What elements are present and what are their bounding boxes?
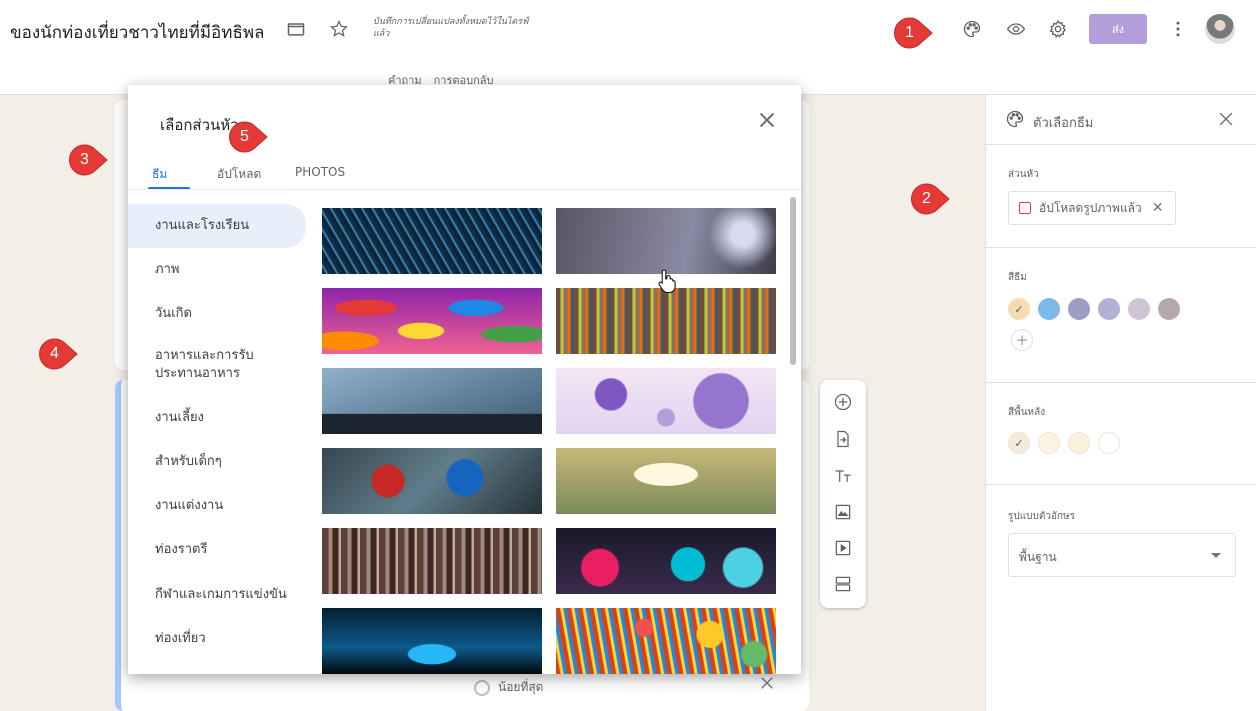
category-item[interactable]: สำหรับเด็กๆ: [128, 453, 306, 471]
uploaded-image-label: อัปโหลดรูปภาพแล้ว: [1039, 200, 1142, 215]
palette-icon[interactable]: [960, 17, 984, 41]
theme-color-swatch[interactable]: [1128, 298, 1150, 320]
category-item[interactable]: งานและโรงเรียน: [128, 204, 306, 248]
top-bar: ของนักท่องเที่ยวชาวไทยที่มีอิทธิพล บันทึ…: [0, 0, 1256, 95]
bg-color-swatch[interactable]: [1038, 432, 1060, 454]
import-questions-icon[interactable]: [833, 429, 853, 449]
bg-color-swatch[interactable]: [1068, 432, 1090, 454]
uploaded-image-chip[interactable]: อัปโหลดรูปภาพแล้ว ✕: [1008, 191, 1176, 225]
option-least[interactable]: น้อยที่สุด: [474, 678, 543, 697]
theme-color-swatch[interactable]: [1158, 298, 1180, 320]
thumb-paint-hands[interactable]: [322, 448, 542, 514]
font-style-select[interactable]: พื้นฐาน: [1008, 533, 1236, 577]
thumb-microscope[interactable]: [322, 608, 542, 674]
tabs-divider: [128, 189, 801, 190]
tab-photos[interactable]: PHOTOS: [295, 165, 345, 179]
category-item[interactable]: อาหารและการรับประทานอาหาร: [128, 347, 298, 383]
form-side-toolbar: [820, 380, 866, 608]
thumb-candies[interactable]: [322, 288, 542, 354]
thumb-book-heart[interactable]: [556, 448, 776, 514]
remove-image-icon[interactable]: ✕: [1152, 200, 1164, 216]
category-item[interactable]: งานแต่งงาน: [128, 497, 306, 515]
bg-color-swatch[interactable]: [1098, 432, 1120, 454]
thumb-fiber-optic[interactable]: [322, 208, 542, 274]
category-item[interactable]: วันเกิด: [128, 305, 306, 323]
category-item[interactable]: งานเลี้ยง: [128, 409, 306, 427]
thumb-molecules[interactable]: [556, 368, 776, 434]
category-item[interactable]: ภาพ: [128, 261, 306, 279]
dropdown-caret-icon: [1211, 553, 1221, 558]
font-style-value: พื้นฐาน: [1019, 550, 1057, 564]
more-vert-icon[interactable]: [1166, 17, 1190, 41]
dialog-scrollbar[interactable]: [790, 197, 796, 365]
font-style-label: รูปแบบตัวอักษร: [1008, 511, 1075, 522]
callout-marker-3: 3: [68, 143, 108, 177]
theme-color-swatch[interactable]: [1068, 298, 1090, 320]
folder-icon[interactable]: [284, 17, 308, 41]
thumb-brushes[interactable]: [322, 528, 542, 594]
preview-eye-icon[interactable]: [1004, 17, 1028, 41]
thumb-pencils[interactable]: [556, 608, 776, 674]
header-section-label: ส่วนหัว: [1008, 169, 1039, 180]
callout-marker-2: 2: [910, 182, 950, 216]
tab-upload[interactable]: อัปโหลด: [217, 165, 261, 184]
bg-color-swatch[interactable]: ✓: [1008, 432, 1030, 454]
select-header-dialog: เลือกส่วนหัว ธีม อัปโหลด PHOTOS งานและโร…: [128, 85, 801, 674]
thumb-flasks[interactable]: [556, 528, 776, 594]
option-least-label: น้อยที่สุด: [498, 680, 544, 694]
dialog-title: เลือกส่วนหัว: [160, 116, 239, 134]
send-button[interactable]: ส่ง: [1089, 14, 1147, 44]
form-title[interactable]: ของนักท่องเที่ยวชาวไทยที่มีอิทธิพล: [10, 19, 264, 46]
bg-color-label: สีพื้นหลัง: [1008, 407, 1046, 418]
add-custom-color-icon[interactable]: +: [1011, 329, 1033, 351]
close-icon[interactable]: [756, 109, 778, 131]
close-icon[interactable]: [758, 674, 776, 692]
theme-color-label: สีธีม: [1008, 272, 1027, 283]
callout-marker-5: 5: [228, 120, 268, 154]
add-section-icon[interactable]: [833, 574, 853, 594]
add-image-icon[interactable]: [833, 502, 853, 522]
callout-marker-1: 1: [893, 16, 933, 50]
category-item[interactable]: กีฬาและเกมการแข่งขัน: [128, 586, 306, 604]
tab-themes[interactable]: ธีม: [152, 165, 167, 184]
star-icon[interactable]: [327, 17, 351, 41]
thumb-yarn[interactable]: [556, 288, 776, 354]
radio-icon[interactable]: [474, 679, 490, 696]
panel-title: ตัวเลือกธีม: [1033, 116, 1094, 131]
settings-gear-icon[interactable]: [1046, 17, 1070, 41]
add-question-icon[interactable]: [833, 392, 853, 412]
save-status-note: บันทึกการเปลี่ยนแปลงทั้งหมดไว้ในไดรฟ์แล้…: [373, 17, 529, 39]
callout-marker-4: 4: [38, 337, 78, 371]
close-icon[interactable]: [1215, 108, 1237, 130]
theme-options-panel: ตัวเลือกธีม ส่วนหัว อัปโหลดรูปภาพแล้ว ✕ …: [985, 95, 1256, 711]
theme-color-swatch[interactable]: ✓: [1008, 298, 1030, 320]
thumb-basketball[interactable]: [322, 368, 542, 434]
theme-color-swatch[interactable]: [1098, 298, 1120, 320]
category-item[interactable]: ท่องราตรี: [128, 541, 306, 559]
category-item[interactable]: ท่องเที่ยว: [128, 630, 306, 648]
panel-header: ตัวเลือกธีม: [986, 95, 1256, 145]
thumb-guitar[interactable]: [556, 208, 776, 274]
add-video-icon[interactable]: [833, 538, 853, 558]
avatar[interactable]: [1205, 14, 1235, 44]
add-title-icon[interactable]: [833, 466, 853, 486]
hand-cursor-icon: [658, 268, 678, 294]
palette-icon: [1004, 108, 1026, 130]
image-icon: [1019, 202, 1031, 214]
theme-color-swatch[interactable]: [1038, 298, 1060, 320]
